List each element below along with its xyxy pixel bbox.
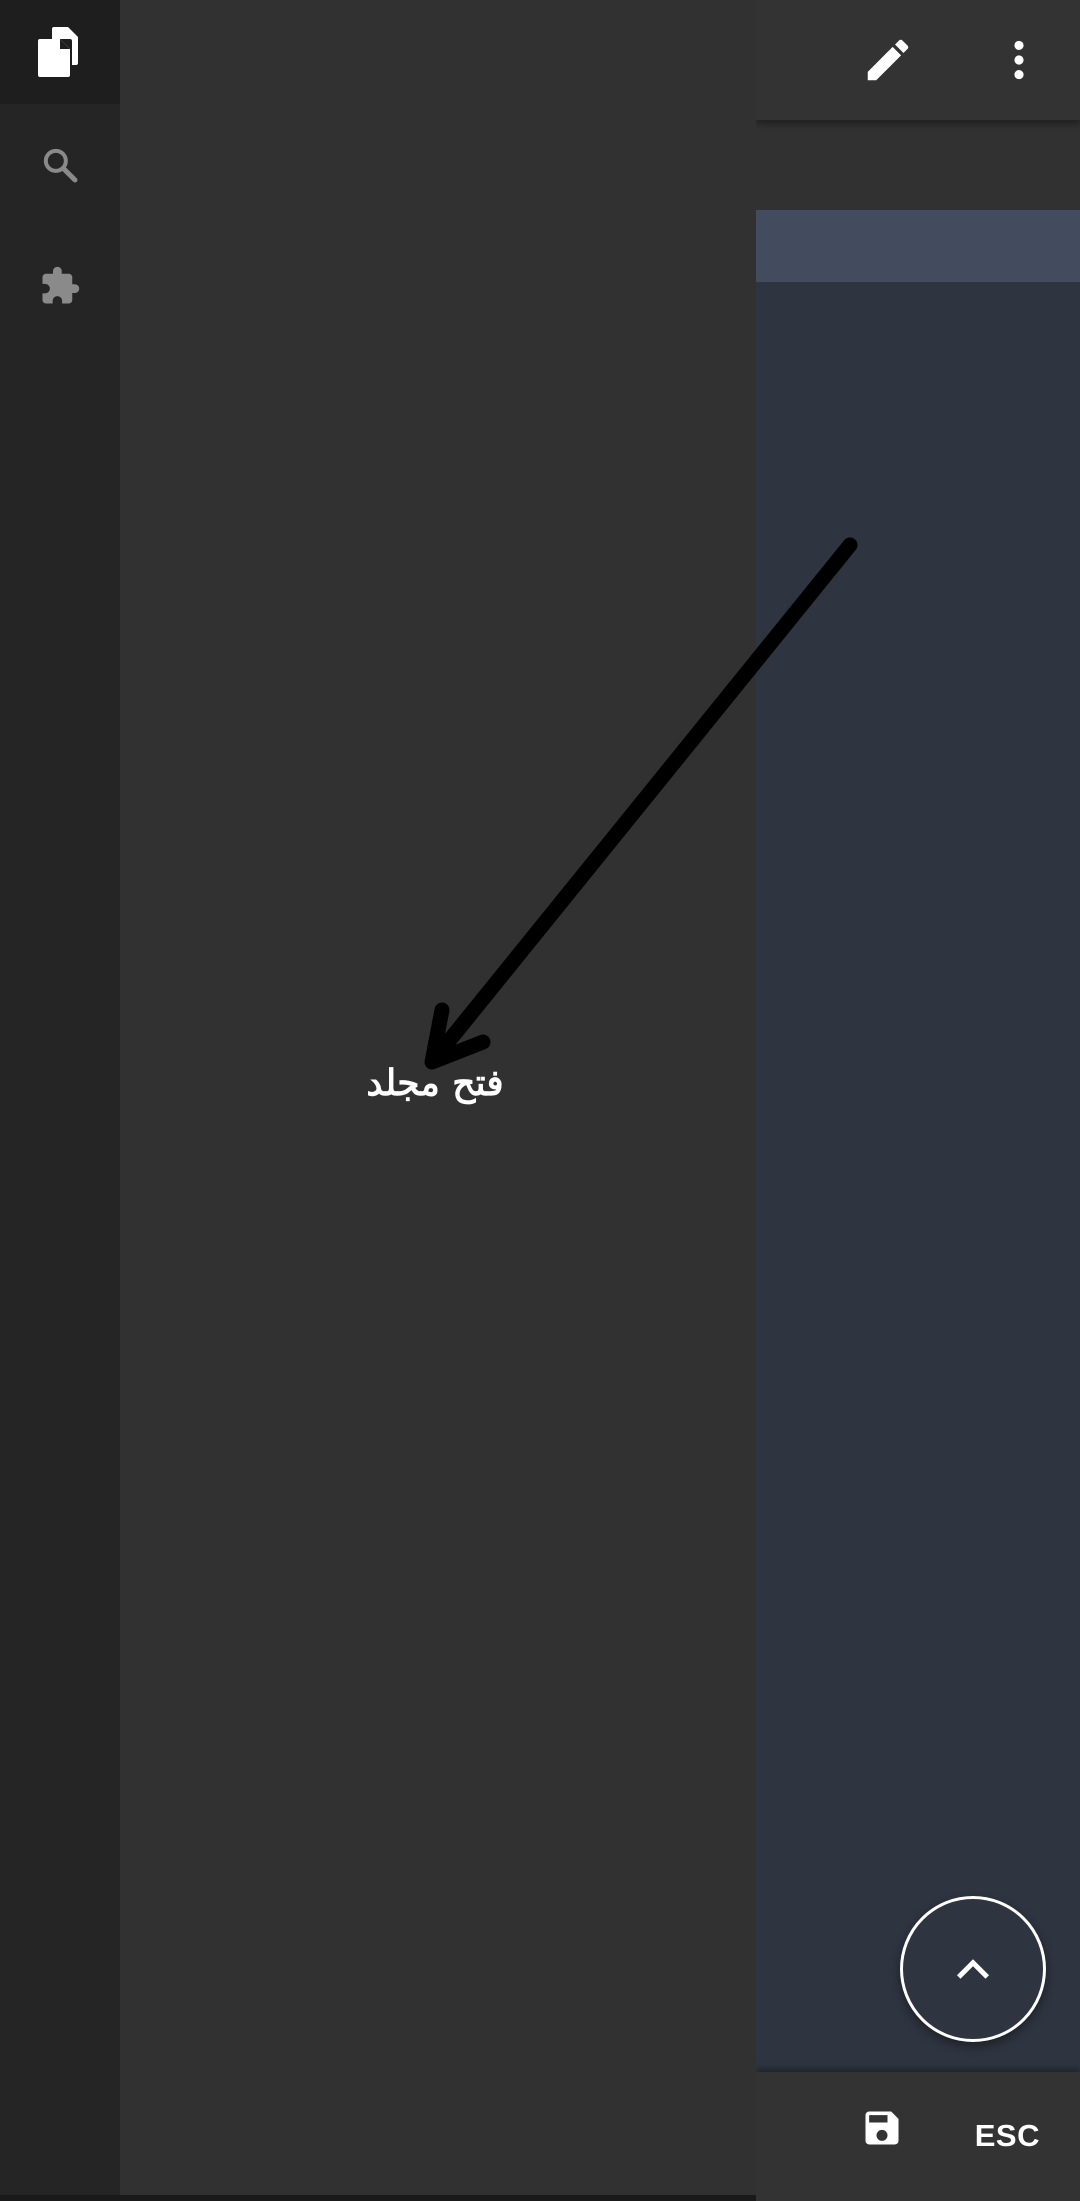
open-folder-hint-label: فتح مجلد [366,1062,504,1104]
save-button[interactable] [850,2096,914,2160]
save-icon [865,2111,899,2145]
chevron-up-icon [956,1959,990,1979]
editor-text-area[interactable] [756,282,1080,2072]
extensions-icon [42,266,80,304]
editor-current-line-highlight [756,210,1080,282]
activity-item-search[interactable] [0,113,120,217]
esc-key-button[interactable]: ESC [975,2118,1040,2154]
more-options-button[interactable] [984,20,1054,100]
search-icon [43,148,78,183]
editor-tab-strip [756,120,1080,210]
scroll-up-fab[interactable] [900,1896,1046,2042]
pencil-icon [867,39,909,81]
activity-item-extensions[interactable] [0,234,120,338]
edit-button[interactable] [848,20,928,100]
files-icon [38,27,78,77]
drawer-bottom-edge [0,2195,756,2201]
activity-item-files[interactable] [0,0,120,104]
editor-toolbar [756,0,1080,120]
activity-bar [0,0,120,2195]
screen: ESC فتح مجلد [0,0,1080,2201]
more-vert-icon [1014,40,1024,80]
